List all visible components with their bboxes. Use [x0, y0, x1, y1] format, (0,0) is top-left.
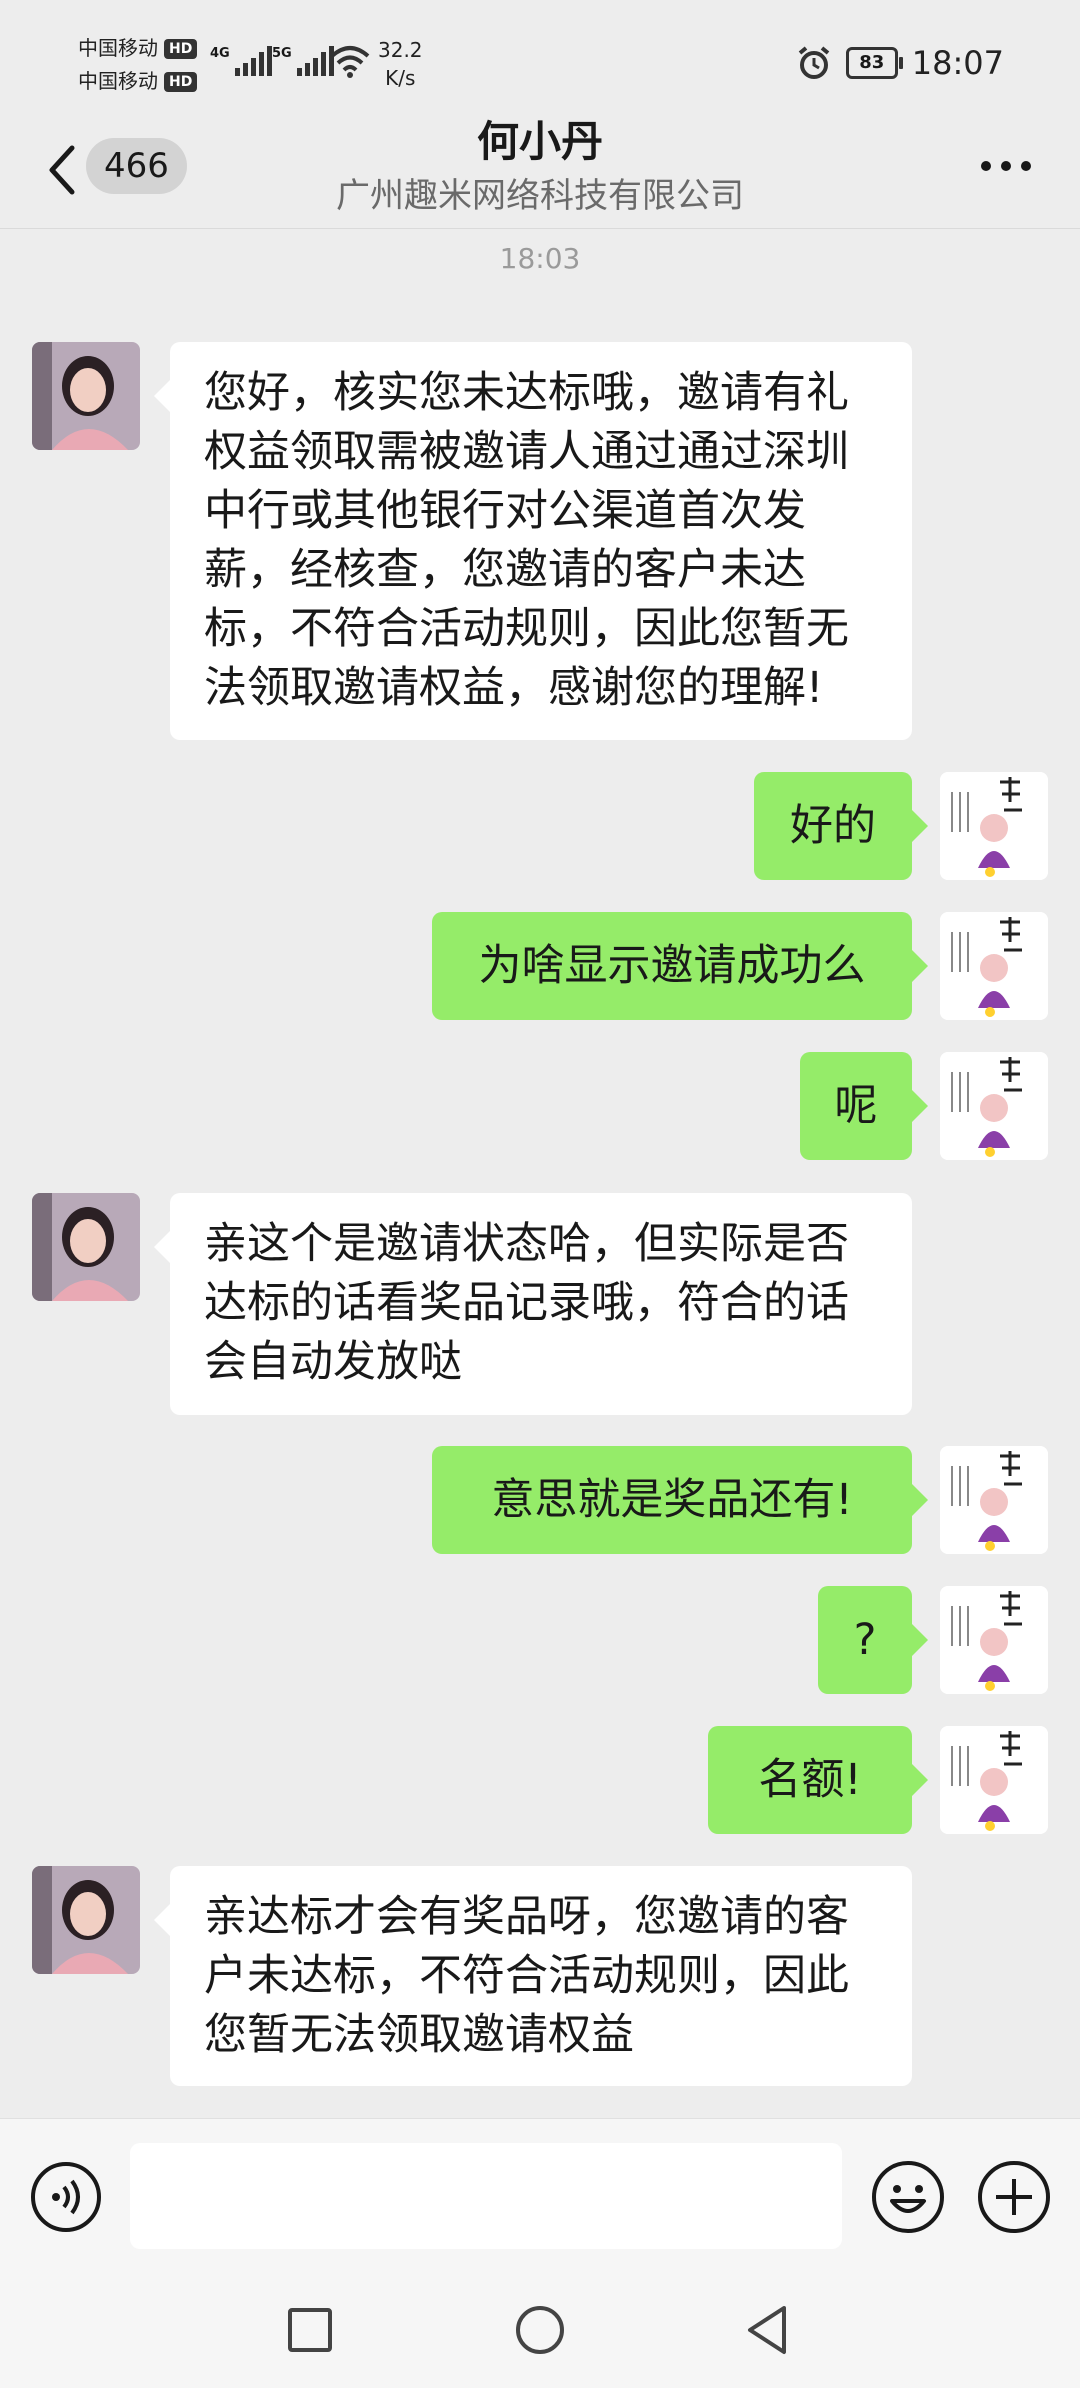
network-speed: 32.2 K/s: [378, 38, 423, 90]
more-icon[interactable]: [976, 148, 1036, 184]
header-divider: [0, 228, 1080, 229]
recent-apps-icon[interactable]: [282, 2302, 338, 2358]
message-bubble-outgoing[interactable]: ?: [818, 1586, 928, 1694]
my-avatar[interactable]: [940, 1446, 1048, 1554]
chat-title: 何小丹: [476, 117, 603, 166]
my-avatar[interactable]: [940, 912, 1048, 1020]
back-nav-icon[interactable]: [740, 2302, 796, 2358]
message-timestamp: 18:03: [499, 242, 581, 275]
message-bubble-outgoing[interactable]: 意思就是奖品还有!: [432, 1446, 928, 1554]
signal-5g-icon: 5G: [272, 46, 334, 76]
chat-subtitle: 广州趣米网络科技有限公司: [336, 176, 744, 216]
input-bar: [0, 2118, 1080, 2279]
message-bubble-outgoing[interactable]: 好的: [754, 772, 928, 880]
my-avatar[interactable]: [940, 1586, 1048, 1694]
battery-icon: 83: [845, 47, 903, 79]
message-bubble-incoming[interactable]: 您好，核实您未达标哦，邀请有礼权益领取需被邀请人通过通过深圳中行或其他银行对公渠…: [154, 342, 912, 740]
contact-avatar[interactable]: [32, 342, 140, 450]
contact-avatar[interactable]: [32, 1193, 140, 1301]
emoji-icon[interactable]: [870, 2159, 946, 2235]
carrier-name-1: 中国移动: [78, 36, 158, 60]
my-avatar[interactable]: [940, 772, 1048, 880]
signal-4g-icon: 4G: [210, 46, 272, 76]
wifi-icon: [330, 46, 370, 78]
message-bubble-outgoing[interactable]: 名额!: [708, 1726, 928, 1834]
status-time: 18:07: [911, 44, 1004, 82]
system-nav-bar: [0, 2278, 1080, 2388]
carrier-info: 中国移动 HD 中国移动 HD: [78, 32, 198, 98]
home-icon[interactable]: [512, 2302, 568, 2358]
contact-avatar[interactable]: [32, 1866, 140, 1974]
message-input[interactable]: [130, 2143, 842, 2249]
alarm-icon: [798, 46, 830, 79]
hd-badge-2: HD: [164, 71, 198, 92]
my-avatar[interactable]: [940, 1052, 1048, 1160]
my-avatar[interactable]: [940, 1726, 1048, 1834]
voice-icon[interactable]: [30, 2161, 102, 2233]
message-bubble-incoming[interactable]: 亲这个是邀请状态哈，但实际是否达标的话看奖品记录哦，符合的话会自动发放哒: [154, 1193, 912, 1415]
hd-badge-1: HD: [164, 38, 198, 59]
message-bubble-outgoing[interactable]: 为啥显示邀请成功么: [432, 912, 928, 1020]
plus-icon[interactable]: [976, 2159, 1052, 2235]
carrier-name-2: 中国移动: [78, 69, 158, 93]
message-bubble-outgoing[interactable]: 呢: [800, 1052, 928, 1160]
message-bubble-incoming[interactable]: 亲达标才会有奖品呀，您邀请的客户未达标，不符合活动规则，因此您暂无法领取邀请权益: [154, 1866, 912, 2086]
